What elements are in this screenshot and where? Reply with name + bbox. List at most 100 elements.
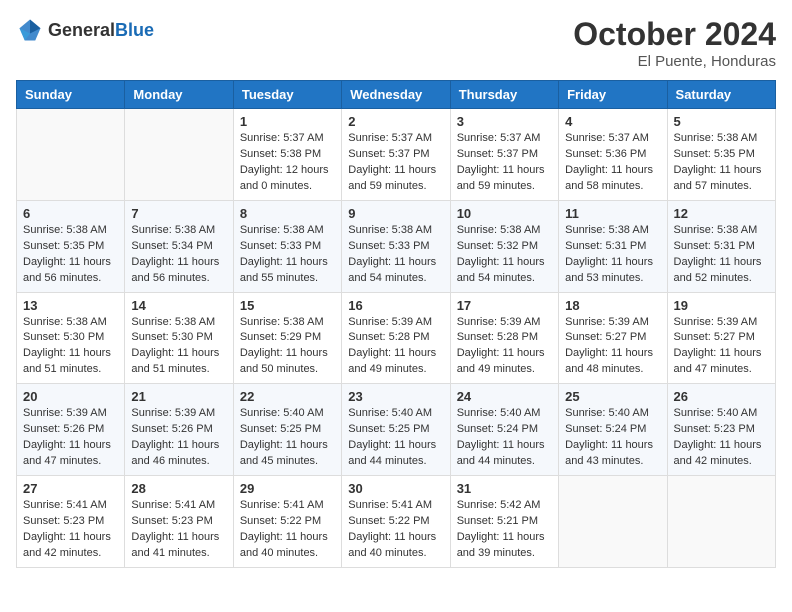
day-number: 2	[348, 114, 443, 129]
day-number: 30	[348, 481, 443, 496]
table-row: 14 Sunrise: 5:38 AMSunset: 5:30 PMDayligh…	[125, 292, 233, 384]
day-number: 6	[23, 206, 118, 221]
day-info: Sunrise: 5:39 AMSunset: 5:27 PMDaylight:…	[565, 315, 660, 379]
day-info: Sunrise: 5:38 AMSunset: 5:31 PMDaylight:…	[674, 223, 769, 287]
page-header: General Blue October 2024 El Puente, Hon…	[16, 16, 776, 70]
table-row: 10 Sunrise: 5:38 AMSunset: 5:32 PMDayligh…	[450, 200, 558, 292]
day-number: 9	[348, 206, 443, 221]
table-row: 9 Sunrise: 5:38 AMSunset: 5:33 PMDaylight…	[342, 200, 450, 292]
table-row: 12 Sunrise: 5:38 AMSunset: 5:31 PMDayligh…	[667, 200, 775, 292]
table-row: 22 Sunrise: 5:40 AMSunset: 5:25 PMDayligh…	[233, 384, 341, 476]
header-sunday: Sunday	[17, 81, 125, 109]
title-block: October 2024 El Puente, Honduras	[573, 16, 776, 70]
calendar-week-row: 13 Sunrise: 5:38 AMSunset: 5:30 PMDayligh…	[17, 292, 776, 384]
table-row: 29Sunrise: 5:41 AMSunset: 5:22 PMDayligh…	[233, 476, 341, 568]
calendar-week-row: 1Sunrise: 5:37 AMSunset: 5:38 PMDaylight…	[17, 109, 776, 201]
header-monday: Monday	[125, 81, 233, 109]
day-info: Sunrise: 5:40 AMSunset: 5:25 PMDaylight:…	[240, 406, 335, 470]
day-number: 12	[674, 206, 769, 221]
day-number: 14	[131, 298, 226, 313]
day-number: 20	[23, 389, 118, 404]
day-number: 15	[240, 298, 335, 313]
day-info: Sunrise: 5:39 AMSunset: 5:28 PMDaylight:…	[348, 315, 443, 379]
table-row: 21 Sunrise: 5:39 AMSunset: 5:26 PMDayligh…	[125, 384, 233, 476]
day-info: Sunrise: 5:38 AMSunset: 5:35 PMDaylight:…	[23, 223, 118, 287]
table-row: 23 Sunrise: 5:40 AMSunset: 5:25 PMDayligh…	[342, 384, 450, 476]
calendar-table: Sunday Monday Tuesday Wednesday Thursday…	[16, 80, 776, 568]
table-row: 8 Sunrise: 5:38 AMSunset: 5:33 PMDaylight…	[233, 200, 341, 292]
day-number: 26	[674, 389, 769, 404]
day-number: 8	[240, 206, 335, 221]
day-info: Sunrise: 5:37 AMSunset: 5:37 PMDaylight:…	[348, 131, 443, 195]
table-row	[667, 476, 775, 568]
table-row: 24 Sunrise: 5:40 AMSunset: 5:24 PMDayligh…	[450, 384, 558, 476]
table-row: 4 Sunrise: 5:37 AMSunset: 5:36 PMDaylight…	[559, 109, 667, 201]
table-row: 19 Sunrise: 5:39 AMSunset: 5:27 PMDayligh…	[667, 292, 775, 384]
day-info: Sunrise: 5:38 AMSunset: 5:32 PMDaylight:…	[457, 223, 552, 287]
day-info: Sunrise: 5:38 AMSunset: 5:33 PMDaylight:…	[240, 223, 335, 287]
day-number: 7	[131, 206, 226, 221]
day-number: 17	[457, 298, 552, 313]
day-number: 16	[348, 298, 443, 313]
table-row: 17 Sunrise: 5:39 AMSunset: 5:28 PMDayligh…	[450, 292, 558, 384]
header-friday: Friday	[559, 81, 667, 109]
day-number: 28	[131, 481, 226, 496]
day-info: Sunrise: 5:41 AMSunset: 5:23 PMDaylight:…	[23, 498, 118, 562]
day-number: 24	[457, 389, 552, 404]
day-number: 11	[565, 206, 660, 221]
table-row: 28 Sunrise: 5:41 AMSunset: 5:23 PMDayligh…	[125, 476, 233, 568]
calendar-week-row: 27Sunrise: 5:41 AMSunset: 5:23 PMDayligh…	[17, 476, 776, 568]
day-number: 3	[457, 114, 552, 129]
logo-general: General	[48, 20, 115, 41]
table-row	[559, 476, 667, 568]
day-info: Sunrise: 5:40 AMSunset: 5:24 PMDaylight:…	[457, 406, 552, 470]
logo-text: General Blue	[48, 20, 154, 41]
table-row: 30 Sunrise: 5:41 AMSunset: 5:22 PMDayligh…	[342, 476, 450, 568]
day-info: Sunrise: 5:38 AMSunset: 5:31 PMDaylight:…	[565, 223, 660, 287]
table-row: 20Sunrise: 5:39 AMSunset: 5:26 PMDayligh…	[17, 384, 125, 476]
logo-blue: Blue	[115, 20, 154, 41]
location-subtitle: El Puente, Honduras	[573, 53, 776, 70]
day-number: 13	[23, 298, 118, 313]
table-row: 31Sunrise: 5:42 AMSunset: 5:21 PMDayligh…	[450, 476, 558, 568]
day-number: 10	[457, 206, 552, 221]
day-number: 31	[457, 481, 552, 496]
day-info: Sunrise: 5:41 AMSunset: 5:22 PMDaylight:…	[348, 498, 443, 562]
table-row: 3 Sunrise: 5:37 AMSunset: 5:37 PMDaylight…	[450, 109, 558, 201]
table-row: 18Sunrise: 5:39 AMSunset: 5:27 PMDayligh…	[559, 292, 667, 384]
day-info: Sunrise: 5:38 AMSunset: 5:30 PMDaylight:…	[131, 315, 226, 379]
day-number: 19	[674, 298, 769, 313]
month-year-title: October 2024	[573, 16, 776, 53]
day-info: Sunrise: 5:41 AMSunset: 5:23 PMDaylight:…	[131, 498, 226, 562]
day-info: Sunrise: 5:40 AMSunset: 5:24 PMDaylight:…	[565, 406, 660, 470]
day-info: Sunrise: 5:38 AMSunset: 5:30 PMDaylight:…	[23, 315, 118, 379]
calendar-week-row: 20 Sunrise: 5:39 AMSunset: 5:26 PMDayligh…	[17, 384, 776, 476]
day-number: 25	[565, 389, 660, 404]
day-info: Sunrise: 5:38 AMSunset: 5:33 PMDaylight:…	[348, 223, 443, 287]
table-row	[125, 109, 233, 201]
table-row	[17, 109, 125, 201]
day-number: 22	[240, 389, 335, 404]
day-info: Sunrise: 5:40 AMSunset: 5:25 PMDaylight:…	[348, 406, 443, 470]
day-number: 21	[131, 389, 226, 404]
day-info: Sunrise: 5:39 AMSunset: 5:28 PMDaylight:…	[457, 315, 552, 379]
day-info: Sunrise: 5:40 AMSunset: 5:23 PMDaylight:…	[674, 406, 769, 470]
table-row: 27Sunrise: 5:41 AMSunset: 5:23 PMDayligh…	[17, 476, 125, 568]
day-number: 29	[240, 481, 335, 496]
table-row: 1Sunrise: 5:37 AMSunset: 5:38 PMDaylight…	[233, 109, 341, 201]
table-row: 25 Sunrise: 5:40 AMSunset: 5:24 PMDayligh…	[559, 384, 667, 476]
table-row: 11 Sunrise: 5:38 AMSunset: 5:31 PMDayligh…	[559, 200, 667, 292]
day-info: Sunrise: 5:39 AMSunset: 5:27 PMDaylight:…	[674, 315, 769, 379]
table-row: 6 Sunrise: 5:38 AMSunset: 5:35 PMDaylight…	[17, 200, 125, 292]
day-info: Sunrise: 5:37 AMSunset: 5:36 PMDaylight:…	[565, 131, 660, 195]
day-info: Sunrise: 5:38 AMSunset: 5:34 PMDaylight:…	[131, 223, 226, 287]
day-number: 23	[348, 389, 443, 404]
header-thursday: Thursday	[450, 81, 558, 109]
header-saturday: Saturday	[667, 81, 775, 109]
logo-icon	[16, 16, 44, 44]
table-row: 15Sunrise: 5:38 AMSunset: 5:29 PMDayligh…	[233, 292, 341, 384]
table-row: 16 Sunrise: 5:39 AMSunset: 5:28 PMDayligh…	[342, 292, 450, 384]
day-info: Sunrise: 5:37 AMSunset: 5:37 PMDaylight:…	[457, 131, 552, 195]
day-info: Sunrise: 5:39 AMSunset: 5:26 PMDaylight:…	[131, 406, 226, 470]
day-number: 4	[565, 114, 660, 129]
